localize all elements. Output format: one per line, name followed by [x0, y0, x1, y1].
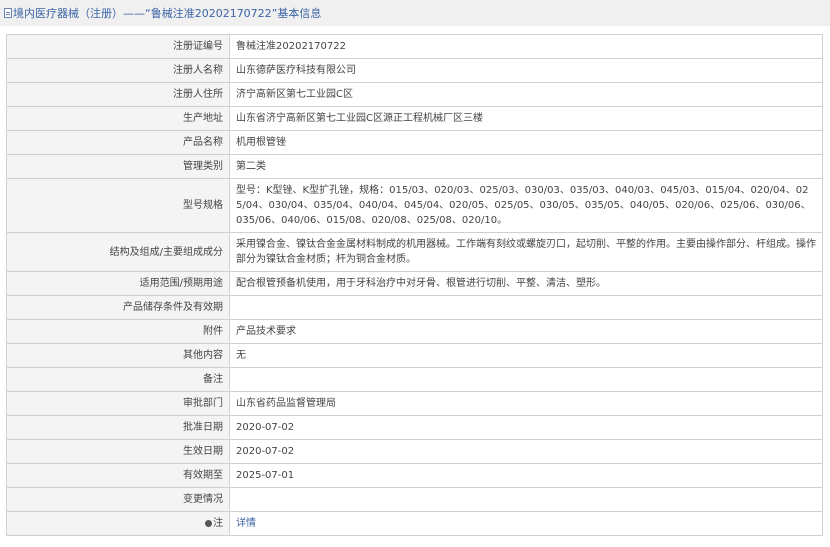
- field-value: 型号：K型锉、K型扩孔锉，规格：015/03、020/03、025/03、030…: [229, 178, 823, 233]
- field-label: 产品名称: [6, 130, 230, 155]
- table-row: 生产地址 山东省济宁高新区第七工业园C区源正工程机械厂区三楼: [6, 106, 823, 131]
- field-label: 生产地址: [6, 106, 230, 131]
- table-row: 注册证编号 鲁械注准20202170722: [6, 34, 823, 59]
- field-value: [229, 295, 823, 320]
- table-row: 注册人名称 山东德萨医疗科技有限公司: [6, 58, 823, 83]
- table-row: 备注: [6, 367, 823, 392]
- field-label: 型号规格: [6, 178, 230, 233]
- field-value-note: 详情: [229, 511, 823, 536]
- field-label: 批准日期: [6, 415, 230, 440]
- table-row: 管理类别 第二类: [6, 154, 823, 179]
- document-icon: [4, 8, 12, 18]
- field-label: 注册人名称: [6, 58, 230, 83]
- table-row: 批准日期 2020-07-02: [6, 415, 823, 440]
- field-value: 配合根管预备机使用，用于牙科治疗中对牙骨、根管进行切削、平整、清洁、塑形。: [229, 271, 823, 296]
- page-title: 境内医疗器械（注册）——“鲁械注准20202170722”基本信息: [13, 7, 322, 20]
- table-row: 生效日期 2020-07-02: [6, 439, 823, 464]
- field-value: 鲁械注准20202170722: [229, 34, 823, 59]
- table-row-note: 注 详情: [6, 511, 823, 536]
- field-label: 注册人住所: [6, 82, 230, 107]
- field-value: [229, 487, 823, 512]
- table-row: 产品储存条件及有效期: [6, 295, 823, 320]
- field-label: 其他内容: [6, 343, 230, 368]
- field-label-note: 注: [6, 511, 230, 536]
- field-value: 2025-07-01: [229, 463, 823, 488]
- field-label: 备注: [6, 367, 230, 392]
- table-row: 型号规格 型号：K型锉、K型扩孔锉，规格：015/03、020/03、025/03…: [6, 178, 823, 233]
- field-value: 山东省济宁高新区第七工业园C区源正工程机械厂区三楼: [229, 106, 823, 131]
- field-value: [229, 367, 823, 392]
- field-value: 济宁高新区第七工业园C区: [229, 82, 823, 107]
- field-value: 山东德萨医疗科技有限公司: [229, 58, 823, 83]
- field-label: 有效期至: [6, 463, 230, 488]
- field-label: 适用范围/预期用途: [6, 271, 230, 296]
- field-value: 采用镍合金、镍钛合金金属材料制成的机用器械。工作端有刻纹或螺旋刃口，起切削、平整…: [229, 232, 823, 272]
- field-value: 第二类: [229, 154, 823, 179]
- info-table: 注册证编号 鲁械注准20202170722 注册人名称 山东德萨医疗科技有限公司 注册人…: [6, 34, 823, 536]
- field-label: 生效日期: [6, 439, 230, 464]
- field-label: 注册证编号: [6, 34, 230, 59]
- field-value: 无: [229, 343, 823, 368]
- field-label: 管理类别: [6, 154, 230, 179]
- table-row: 结构及组成/主要组成成分 采用镍合金、镍钛合金金属材料制成的机用器械。工作端有刻纹…: [6, 232, 823, 272]
- table-row: 产品名称 机用根管锉: [6, 130, 823, 155]
- table-row: 附件 产品技术要求: [6, 319, 823, 344]
- field-value: 2020-07-02: [229, 415, 823, 440]
- pin-icon: [205, 519, 212, 527]
- table-row: 其他内容无: [6, 343, 823, 368]
- field-value: 机用根管锉: [229, 130, 823, 155]
- table-row: 有效期至 2025-07-01: [6, 463, 823, 488]
- note-label: 注: [213, 518, 223, 529]
- page-title-bar: 境内医疗器械（注册）——“鲁械注准20202170722”基本信息: [0, 0, 830, 26]
- detail-link[interactable]: 详情: [236, 518, 256, 529]
- field-value: 2020-07-02: [229, 439, 823, 464]
- field-label: 产品储存条件及有效期: [6, 295, 230, 320]
- table-row: 注册人住所 济宁高新区第七工业园C区: [6, 82, 823, 107]
- field-label: 结构及组成/主要组成成分: [6, 232, 230, 272]
- field-value: 产品技术要求: [229, 319, 823, 344]
- table-row: 适用范围/预期用途 配合根管预备机使用，用于牙科治疗中对牙骨、根管进行切削、平整、…: [6, 271, 823, 296]
- table-row: 变更情况: [6, 487, 823, 512]
- table-row: 审批部门 山东省药品监督管理局: [6, 391, 823, 416]
- field-label: 审批部门: [6, 391, 230, 416]
- field-label: 变更情况: [6, 487, 230, 512]
- field-label: 附件: [6, 319, 230, 344]
- field-value: 山东省药品监督管理局: [229, 391, 823, 416]
